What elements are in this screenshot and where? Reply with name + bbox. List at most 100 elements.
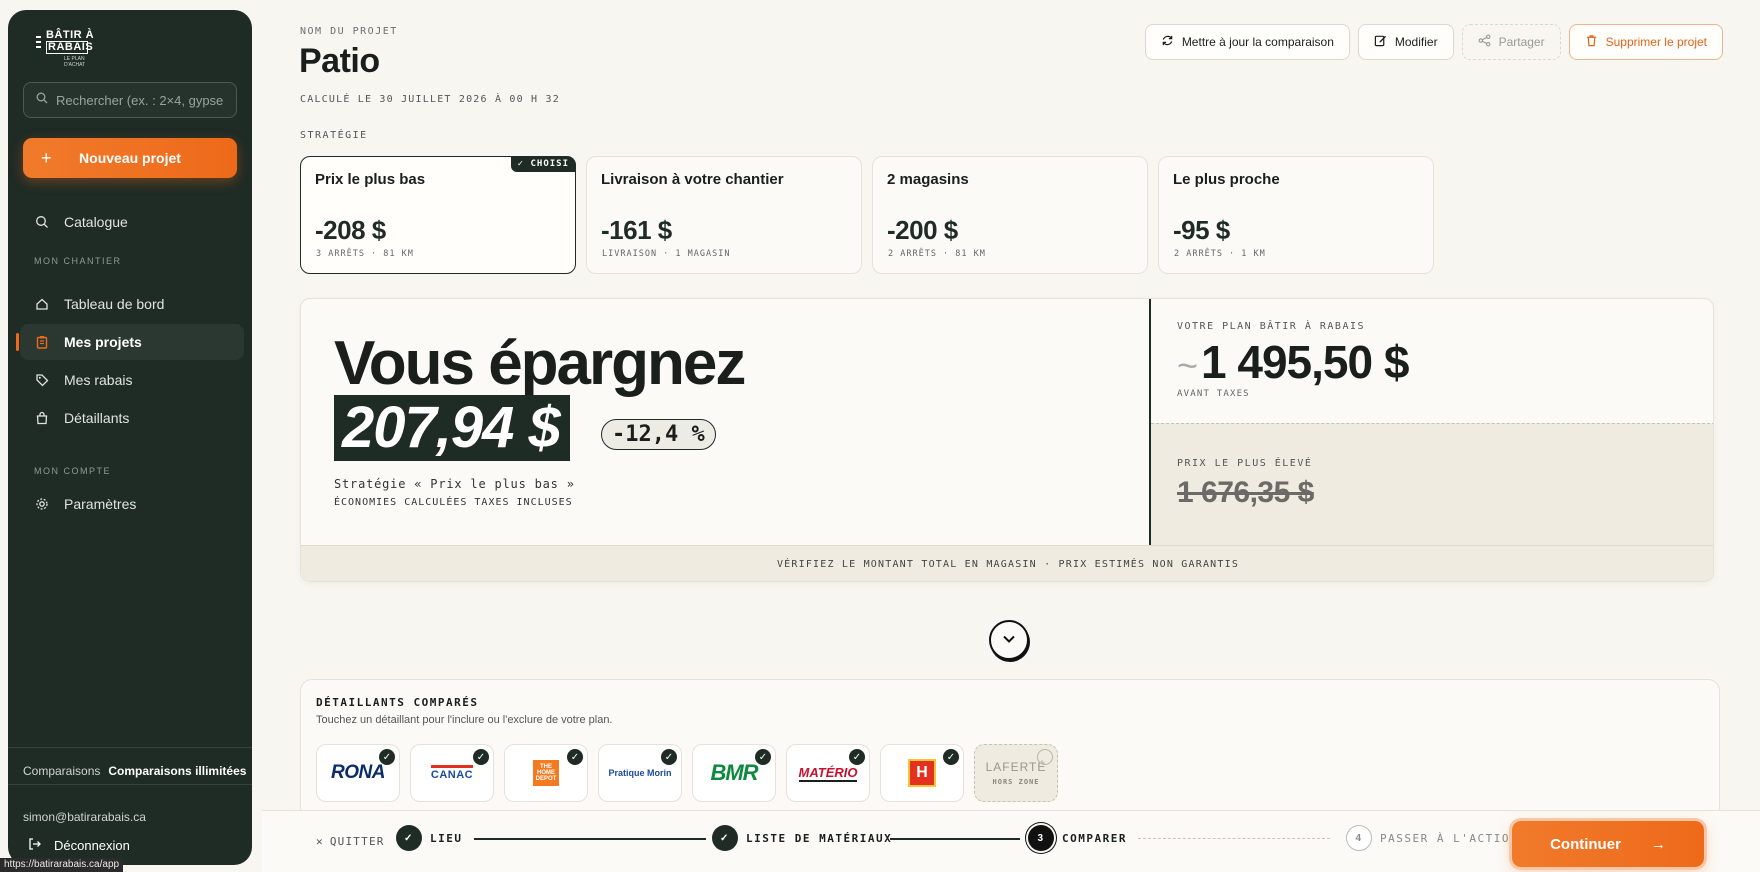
check-icon: ✓ [567,749,583,765]
savings-percent-badge: -12,4 % [601,419,716,450]
unchecked-circle-icon [1037,749,1053,765]
retailers-title: DÉTAILLANTS COMPARÉS [316,696,479,709]
sidebar-item-catalogue[interactable]: Catalogue [20,204,244,240]
retailer-home-depot[interactable]: THE HOME DEPOT ✓ [504,744,588,802]
strategy-meta: LIVRAISON · 1 MAGASIN [602,249,731,259]
refresh-comparison-button[interactable]: Mettre à jour la comparaison [1144,24,1350,60]
retailer-bmr[interactable]: BMR ✓ [692,744,776,802]
strategy-meta: 3 ARRÊTS · 81 KM [316,249,414,259]
chosen-badge-label: CHOISI [530,159,569,169]
step-action[interactable]: 4 PASSER À L'ACTION [1346,825,1518,851]
logout-label: Déconnexion [54,837,130,853]
edit-button[interactable]: Modifier [1357,24,1454,60]
search-icon [34,214,50,230]
check-icon: ✓ [849,749,865,765]
edit-label: Modifier [1394,35,1438,49]
strategy-options: ✓ CHOISI Prix le plus bas -208 $ 3 ARRÊT… [300,156,1434,274]
sidebar-item-projects[interactable]: Mes projets [16,324,244,360]
laferte-logo: LAFERTÉ [985,760,1047,774]
plan-note: AVANT TAXES [1177,389,1250,399]
retailer-canac[interactable]: CANAC ✓ [410,744,494,802]
step-label: LISTE DE MATÉRIAUX [746,831,893,845]
delete-project-button[interactable]: Supprimer le projet [1568,24,1723,60]
home-depot-logo: THE HOME DEPOT [533,760,559,786]
progress-stepper: ✕ QUITTER ✓ LIEU ✓ LISTE DE MATÉRIAUX 3 … [262,810,1760,872]
savings-headline: Vous épargnez [334,329,746,398]
step-connector [474,838,706,840]
sidebar-item-label: Catalogue [64,214,128,230]
strategy-meta: 2 ARRÊTS · 81 KM [888,249,986,259]
logo-line2: RABAIS [46,41,94,54]
refresh-icon [1161,34,1174,50]
strategy-card-two-stores[interactable]: 2 magasins -200 $ 2 ARRÊTS · 81 KM [872,156,1148,274]
home-icon [34,296,50,312]
logout-button[interactable]: Déconnexion [28,830,130,860]
strategy-amount: -161 $ [601,215,672,245]
step-compare[interactable]: 3 COMPARER [1028,825,1127,851]
quit-label: QUITTER [329,835,385,848]
step-location[interactable]: ✓ LIEU [396,825,463,851]
new-project-button[interactable]: + Nouveau projet [23,138,237,178]
chosen-badge: ✓ CHOISI [510,156,576,172]
strategy-name: 2 magasins [887,171,969,188]
retailer-home-hardware[interactable]: H ✓ [880,744,964,802]
step-number: 4 [1346,825,1372,851]
retailers-subtitle: Touchez un détaillant pour l'inclure ou … [316,714,613,726]
search-input[interactable] [56,92,226,108]
divider [8,784,252,785]
strategy-amount: -95 $ [1173,215,1230,245]
chevron-down-icon [1002,631,1016,649]
sidebar-item-rebates[interactable]: Mes rabais [20,362,244,398]
savings-tax-note: ÉCONOMIES CALCULÉES TAXES INCLUSES [334,497,573,508]
highest-price-amount: 1 676,35 $ [1177,476,1314,509]
retailer-pratique-morin[interactable]: Pratique Morin ✓ [598,744,682,802]
rona-logo: RONA [331,762,385,783]
project-name-label: NOM DU PROJET [300,26,398,37]
materio-logo: MATÉRIO [798,764,858,782]
highest-price: PRIX LE PLUS ÉLEVÉ 1 676,35 $ [1151,423,1713,545]
edit-icon [1374,34,1387,50]
logo-line1: BÂTIR À [46,29,95,41]
sidebar-item-dashboard[interactable]: Tableau de bord [20,286,244,322]
plan-label: VOTRE PLAN BÂTIR À RABAIS [1177,321,1366,332]
share-button[interactable]: Partager [1461,24,1561,60]
status-bar-url: https://batirarabais.ca/app [0,858,124,872]
strategy-card-closest[interactable]: Le plus proche -95 $ 2 ARRÊTS · 1 KM [1158,156,1434,274]
logo-tagline: LE PLAN D'ACHAT [64,56,86,68]
retailer-laferte[interactable]: LAFERTÉ HORS ZONE [974,744,1058,802]
expand-details-button[interactable] [989,620,1029,660]
search-icon [36,91,48,109]
strategy-name: Le plus proche [1173,171,1280,188]
logout-icon [28,837,42,854]
step-materials[interactable]: ✓ LISTE DE MATÉRIAUX [712,825,892,851]
strategy-label: STRATÉGIE [300,130,368,141]
check-icon: ✓ [943,749,959,765]
strategy-card-delivery[interactable]: Livraison à votre chantier -161 $ LIVRAI… [586,156,862,274]
highest-price-label: PRIX LE PLUS ÉLEVÉ [1177,458,1313,469]
savings-panel: Vous épargnez 207,94 $ -12,4 % Stratégie… [300,298,1714,582]
app-logo[interactable]: BÂTIR À RABAIS LE PLAN D'ACHAT [36,30,96,74]
tag-icon [34,372,50,388]
sidebar-item-retailers[interactable]: Détaillants [20,400,244,436]
continue-button[interactable]: Continuer → [1512,821,1704,867]
toolbar: Mettre à jour la comparaison Modifier Pa… [1144,24,1723,60]
strategy-name: Prix le plus bas [315,171,426,188]
quit-button[interactable]: ✕ QUITTER [316,835,385,848]
retailer-materio[interactable]: MATÉRIO ✓ [786,744,870,802]
plan-amount: ~1 495,50 $ [1177,335,1409,389]
delete-label: Supprimer le projet [1605,35,1707,49]
retailers-panel: DÉTAILLANTS COMPARÉS Touchez un détailla… [300,679,1720,819]
savings-summary: Vous épargnez 207,94 $ -12,4 % Stratégie… [301,299,1149,545]
sidebar-item-label: Paramètres [64,496,137,512]
strategy-name: Livraison à votre chantier [601,171,784,188]
comparisons-label: Comparaisons [23,764,101,778]
continue-label: Continuer [1550,835,1621,853]
close-icon: ✕ [316,835,324,848]
comparisons-status: Comparaisons Comparaisons illimitées [23,764,246,778]
retailer-rona[interactable]: RONA ✓ [316,744,400,802]
refresh-label: Mettre à jour la comparaison [1181,35,1334,49]
divider [8,747,252,748]
savings-amount: 207,94 $ [334,395,570,461]
sidebar-item-settings[interactable]: Paramètres [20,486,244,522]
strategy-card-lowest-price[interactable]: ✓ CHOISI Prix le plus bas -208 $ 3 ARRÊT… [300,156,576,274]
